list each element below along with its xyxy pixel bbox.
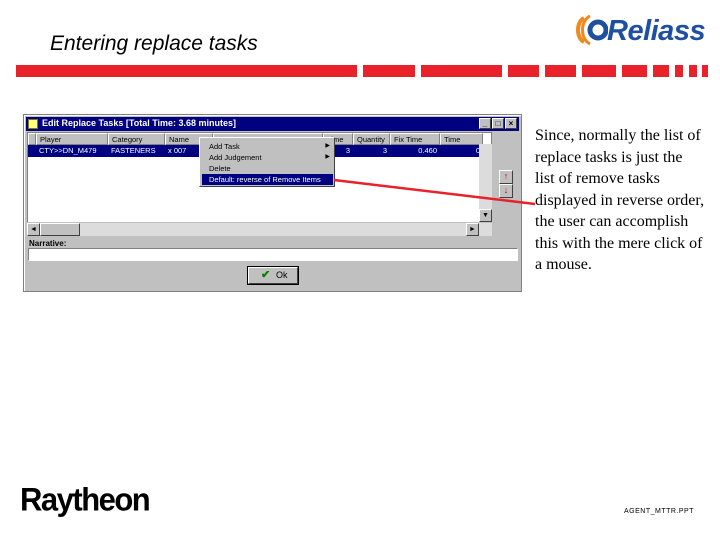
column-header[interactable]: Fix Time [390, 133, 440, 145]
menu-item-delete[interactable]: Delete [202, 163, 333, 174]
submenu-arrow-icon: ▶ [325, 154, 330, 160]
title-rule [16, 65, 357, 77]
menu-item-add-task[interactable]: Add Task ▶ [202, 141, 333, 152]
context-menu: Add Task ▶ Add Judgement ▶ Delete Defaul… [199, 137, 335, 187]
cell-time: 0 [475, 146, 480, 155]
scroll-down-icon[interactable]: ▼ [479, 209, 492, 222]
narrative-field[interactable] [28, 248, 518, 261]
submenu-arrow-icon: ▶ [325, 143, 330, 149]
menu-item-label: Delete [209, 164, 231, 173]
ok-button-label: Ok [276, 270, 288, 280]
rule-segment [508, 65, 539, 77]
narrative-label: Narrative: [29, 239, 67, 248]
window-title: Edit Replace Tasks [Total Time: 3.68 min… [42, 118, 237, 128]
minimize-button[interactable]: _ [479, 118, 491, 129]
menu-item-default-reverse[interactable]: Default: reverse of Remove Items [202, 174, 333, 185]
column-header[interactable]: Quantity [353, 133, 390, 145]
menu-item-add-judgement[interactable]: Add Judgement ▶ [202, 152, 333, 163]
menu-item-label: Default: reverse of Remove Items [209, 175, 321, 184]
rule-segment [545, 65, 576, 77]
menu-item-label: Add Task [209, 142, 240, 151]
menu-item-label: Add Judgement [209, 153, 262, 162]
rule-segment [689, 65, 697, 77]
rule-segment [363, 65, 415, 77]
grid-vertical-scrollbar[interactable]: ▼ [479, 144, 492, 222]
down-arrow-icon[interactable]: ↓ [499, 184, 513, 198]
check-icon: ✔ [261, 269, 271, 281]
scroll-right-icon[interactable]: ► [466, 223, 479, 236]
reliass-logo: Reliass [574, 12, 706, 48]
footer-file-code: AGENT_MTTR.PPT [624, 508, 695, 515]
row-selector-header [28, 133, 36, 145]
edit-replace-tasks-window: Edit Replace Tasks [Total Time: 3.68 min… [23, 114, 522, 292]
rule-segment [582, 65, 616, 77]
scroll-left-icon[interactable]: ◄ [27, 223, 40, 236]
cell-player: CTY>>DN_M479 [39, 146, 97, 155]
slide-caption: Since, normally the list of replace task… [535, 127, 705, 273]
column-header[interactable]: Category [108, 133, 165, 145]
window-titlebar[interactable]: Edit Replace Tasks [Total Time: 3.68 min… [26, 117, 519, 131]
cell-quantity: 3 [382, 146, 387, 155]
cell-fix-time: 0.460 [418, 146, 437, 155]
slide-title: Entering replace tasks [50, 32, 258, 55]
cell-category: FASTENERS [111, 146, 156, 155]
rule-segment [675, 65, 683, 77]
window-app-icon [28, 119, 38, 129]
raytheon-logo: Raytheon [20, 481, 151, 518]
grid-horizontal-scrollbar[interactable]: ◄ ► [27, 222, 492, 236]
rule-segment [622, 65, 647, 77]
order-buttons-panel: ↑ ↓ [495, 132, 519, 236]
close-button[interactable]: × [505, 118, 517, 129]
rule-segment [653, 65, 669, 77]
up-arrow-icon[interactable]: ↑ [499, 170, 513, 184]
reliass-swirl-icon [576, 14, 608, 46]
rule-segment [421, 65, 502, 77]
scroll-thumb[interactable] [40, 223, 80, 236]
column-header[interactable]: Time [440, 133, 483, 145]
rule-segment [702, 65, 708, 77]
ok-button[interactable]: ✔ Ok [247, 266, 299, 285]
column-header[interactable]: Player [36, 133, 108, 145]
maximize-button[interactable]: □ [492, 118, 504, 129]
reliass-wordmark: Reliass [607, 15, 706, 47]
